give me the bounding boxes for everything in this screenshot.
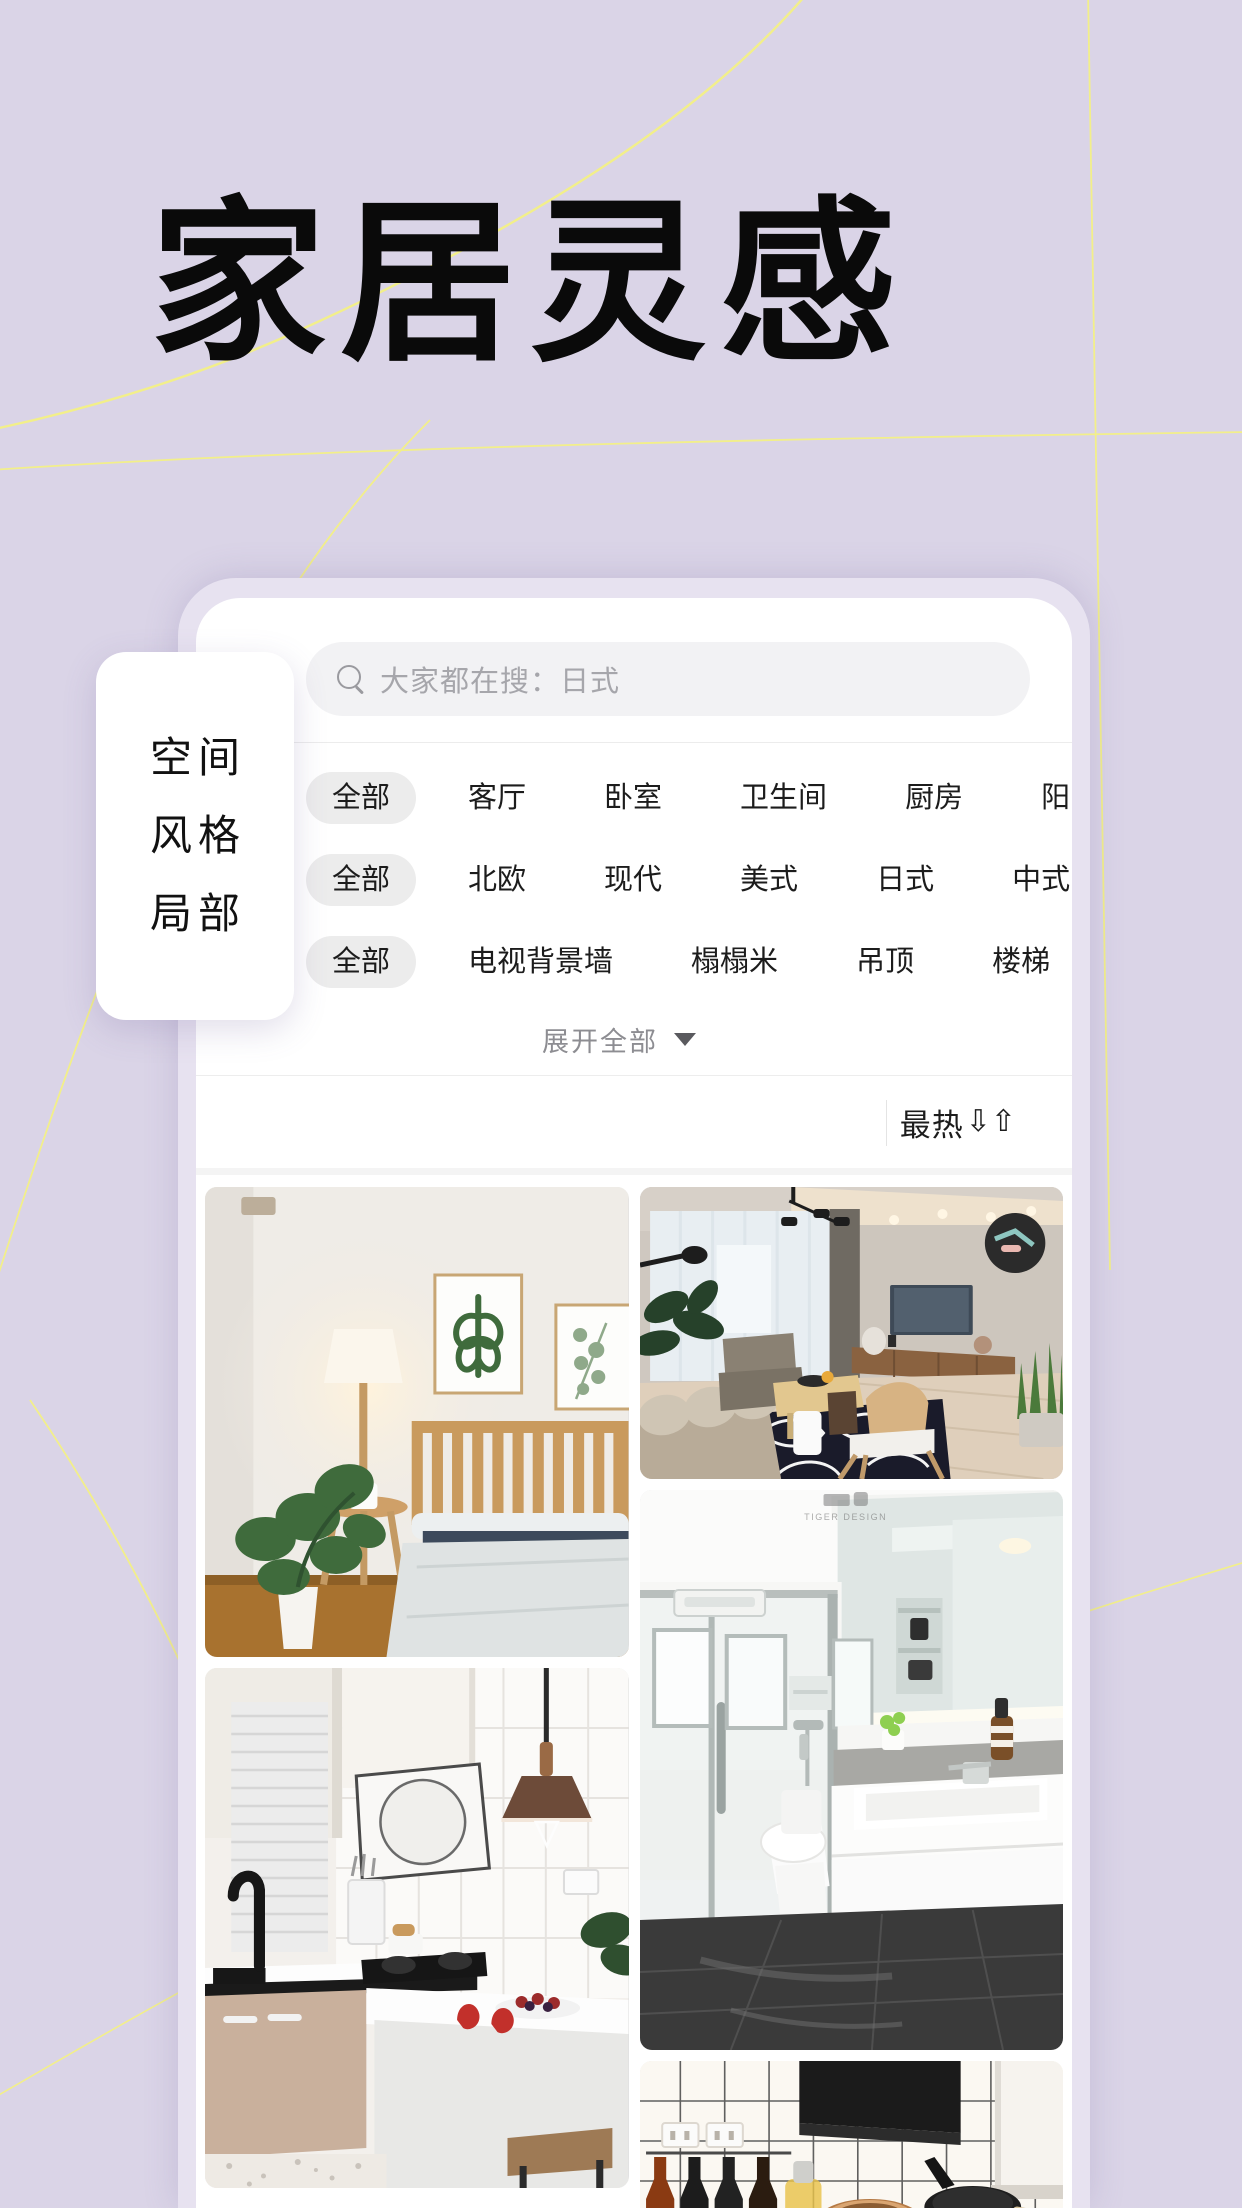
sort-label[interactable]: 最热 bbox=[900, 1100, 964, 1145]
photo-card-bathroom[interactable]: TIGER DESIGN TIGER DESIGN bbox=[639, 1490, 1063, 2050]
float-item-style[interactable]: 风格 bbox=[144, 815, 246, 857]
chip-space-1[interactable]: 客厅 bbox=[442, 772, 552, 824]
photo-card-livingroom[interactable] bbox=[639, 1187, 1063, 1479]
chip-detail-0[interactable]: 全部 bbox=[306, 936, 417, 988]
chip-detail-2[interactable]: 榻榻米 bbox=[665, 936, 804, 988]
chip-detail-3[interactable]: 吊顶 bbox=[830, 936, 940, 988]
search-input[interactable]: 大家都在搜：日式 bbox=[306, 642, 1030, 716]
chevron-down-icon bbox=[674, 1032, 696, 1046]
chip-space-2[interactable]: 卧室 bbox=[578, 772, 688, 824]
filter-row-detail: 全部 电视背景墙 榻榻米 吊顶 楼梯 飘窗 bbox=[196, 921, 1072, 1003]
photo-grid-left-column bbox=[205, 1187, 629, 2208]
chip-style-0[interactable]: 全部 bbox=[306, 854, 417, 906]
filter-row-style: 全部 北欧 现代 美式 日式 中式 复古 bbox=[196, 839, 1072, 921]
chip-space-5[interactable]: 阳台 bbox=[1015, 772, 1072, 824]
sort-bar: 最热 ⇩⇧ bbox=[196, 1076, 1072, 1168]
photo-card-kitchen-counter[interactable]: MY KITCHEN MY KITCHEN bbox=[639, 2061, 1063, 2208]
chip-style-2[interactable]: 现代 bbox=[578, 854, 688, 906]
chip-style-4[interactable]: 日式 bbox=[850, 854, 960, 906]
page-title: 家居灵感 bbox=[150, 186, 911, 382]
category-float-card: 空间 风格 局部 bbox=[96, 652, 294, 1020]
photo-card-kitchen-beige[interactable] bbox=[205, 1668, 629, 2188]
chip-style-3[interactable]: 美式 bbox=[714, 854, 824, 906]
phone-screen: 大家都在搜：日式 全部 客厅 卧室 卫生间 厨房 阳台 餐厅 全部 北欧 现代 … bbox=[196, 598, 1072, 2208]
search-bar-container: 大家都在搜：日式 bbox=[196, 598, 1072, 742]
filter-panel: 全部 客厅 卧室 卫生间 厨房 阳台 餐厅 全部 北欧 现代 美式 日式 中式 … bbox=[196, 743, 1072, 1075]
filter-row-space: 全部 客厅 卧室 卫生间 厨房 阳台 餐厅 bbox=[196, 757, 1072, 839]
sort-underline bbox=[196, 1168, 1072, 1175]
chip-style-5[interactable]: 中式 bbox=[986, 854, 1072, 906]
chip-detail-4[interactable]: 楼梯 bbox=[966, 936, 1072, 988]
expand-all-button[interactable]: 展开全部 bbox=[196, 1003, 1072, 1075]
float-item-space[interactable]: 空间 bbox=[144, 737, 246, 779]
expand-all-label: 展开全部 bbox=[542, 1026, 658, 1057]
chip-space-3[interactable]: 卫生间 bbox=[714, 772, 853, 824]
search-placeholder-text: 大家都在搜：日式 bbox=[380, 666, 621, 698]
sort-separator bbox=[886, 1100, 887, 1146]
svg-text:TIGER DESIGN: TIGER DESIGN bbox=[804, 1512, 887, 1522]
float-item-detail[interactable]: 局部 bbox=[144, 893, 246, 935]
photo-grid: TIGER DESIGN TIGER DESIGN bbox=[196, 1175, 1072, 2208]
photo-grid-right-column: TIGER DESIGN TIGER DESIGN bbox=[639, 1187, 1063, 2208]
chip-detail-1[interactable]: 电视背景墙 bbox=[442, 936, 639, 988]
chip-space-0[interactable]: 全部 bbox=[306, 772, 417, 824]
sort-updown-icon[interactable]: ⇩⇧ bbox=[966, 1107, 1016, 1137]
search-icon bbox=[336, 664, 366, 694]
chip-space-4[interactable]: 厨房 bbox=[879, 772, 989, 824]
photo-card-bedroom[interactable] bbox=[205, 1187, 629, 1657]
chip-style-1[interactable]: 北欧 bbox=[442, 854, 552, 906]
